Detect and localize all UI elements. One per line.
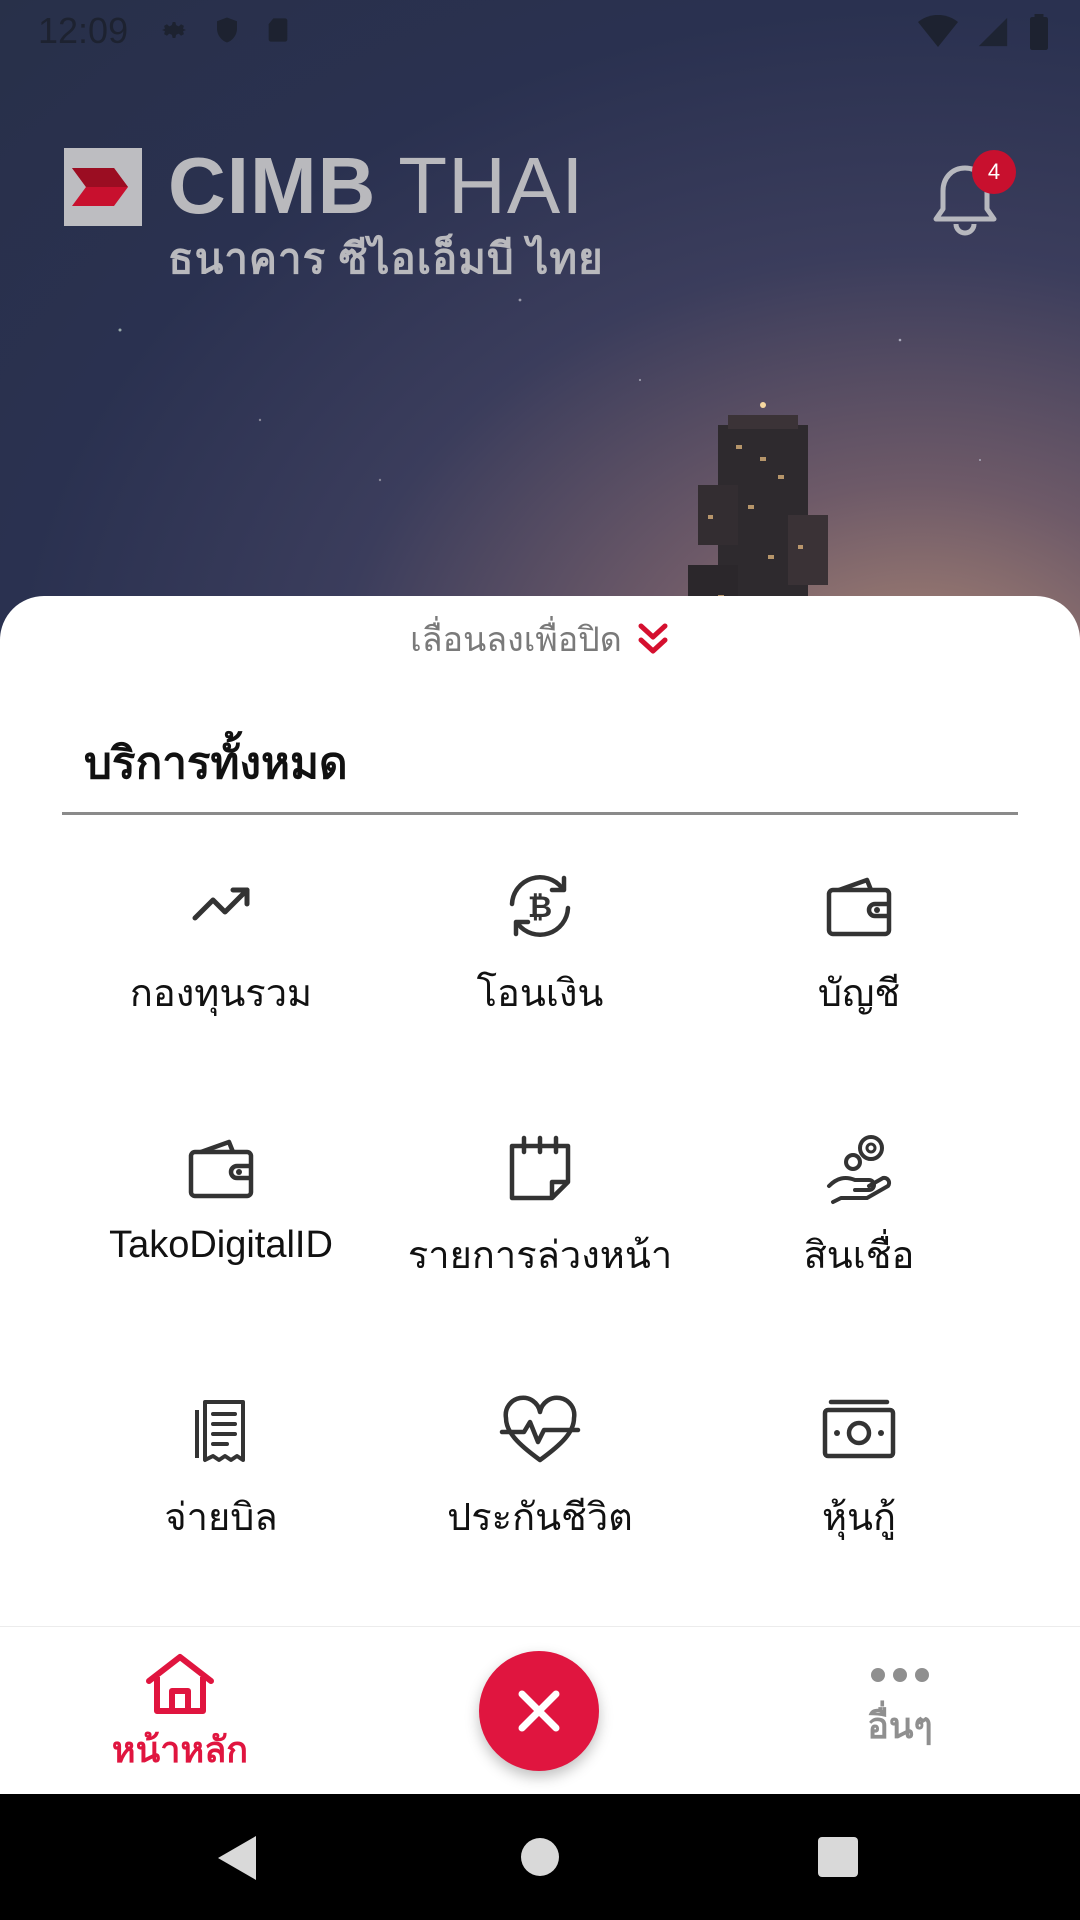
service-tile-bonds[interactable]: หุ้นกู้ bbox=[700, 1388, 1018, 1588]
services-sheet: เลื่อนลงเพื่อปิด บริการทั้งหมด กองทุนรวม… bbox=[0, 596, 1080, 1626]
service-tile-account[interactable]: บัญชี bbox=[700, 864, 1018, 1064]
section-title: บริการทั้งหมด bbox=[84, 739, 348, 788]
trending-up-icon bbox=[192, 887, 250, 921]
battery-icon bbox=[1030, 14, 1048, 50]
star-field bbox=[118, 298, 981, 482]
close-icon bbox=[518, 1690, 560, 1732]
banknote-icon bbox=[822, 1399, 896, 1459]
more-dots-icon bbox=[871, 1668, 929, 1682]
service-label: ประกันชีวิต bbox=[447, 1497, 633, 1539]
close-services-button[interactable] bbox=[479, 1651, 599, 1771]
nav-home[interactable]: หน้าหลัก bbox=[110, 1651, 250, 1778]
service-label: จ่ายบิล bbox=[164, 1497, 278, 1539]
bitcoin-exchange-icon: ₿ bbox=[509, 875, 571, 937]
hero-banner: 12:09 CIMB THAI ธนาคาร ซีไอเอ็มบี ไทย 4 bbox=[0, 0, 1080, 640]
calendar-note-icon bbox=[509, 1135, 571, 1201]
status-bar: 12:09 bbox=[0, 0, 1080, 64]
wifi-icon bbox=[918, 15, 958, 47]
service-label: กองทุนรวม bbox=[129, 973, 313, 1015]
nav-more[interactable]: อื่นๆ bbox=[830, 1667, 970, 1754]
settings-icon bbox=[162, 22, 186, 38]
back-icon[interactable] bbox=[214, 1834, 260, 1882]
home-icon bbox=[146, 1654, 214, 1714]
wallet-icon bbox=[188, 1139, 254, 1199]
sd-card-icon bbox=[268, 18, 288, 42]
service-label: หุ้นกู้ bbox=[821, 1497, 897, 1539]
service-label: สินเชื่อ bbox=[803, 1235, 915, 1277]
service-label: รายการล่วงหน้า bbox=[407, 1235, 673, 1277]
wallet-icon bbox=[826, 877, 892, 937]
heart-pulse-icon bbox=[499, 1395, 581, 1463]
swipe-down-to-close[interactable]: เลื่อนลงเพื่อปิด bbox=[0, 612, 1080, 666]
recents-icon[interactable] bbox=[817, 1836, 859, 1878]
service-tile-pay-bill[interactable]: จ่ายบิล bbox=[62, 1388, 380, 1588]
title-divider bbox=[62, 812, 1018, 815]
cimb-logo-mark bbox=[64, 148, 142, 226]
cellular-signal-icon bbox=[978, 17, 1008, 47]
dismiss-label: เลื่อนลงเพื่อปิด bbox=[410, 621, 622, 659]
service-label: โอนเงิน bbox=[476, 973, 604, 1015]
service-tile-transfer[interactable]: ₿ โอนเงิน bbox=[381, 864, 699, 1064]
service-label: TakoDigitalID bbox=[109, 1224, 333, 1266]
nav-more-label: อื่นๆ bbox=[867, 1705, 933, 1746]
status-time: 12:09 bbox=[38, 10, 129, 51]
service-label: บัญชี bbox=[817, 973, 901, 1015]
double-chevron-down-icon bbox=[638, 623, 668, 654]
nav-home-label: หน้าหลัก bbox=[111, 1729, 249, 1770]
hand-coin-icon bbox=[827, 1135, 892, 1204]
service-tile-loan[interactable]: สินเชื่อ bbox=[700, 1126, 1018, 1326]
service-tile-mutual-fund[interactable]: กองทุนรวม bbox=[62, 864, 380, 1064]
svg-text:₿: ₿ bbox=[528, 890, 552, 925]
service-tile-tako-digital-id[interactable]: TakoDigitalID bbox=[62, 1126, 380, 1326]
service-tile-scheduled[interactable]: รายการล่วงหน้า bbox=[381, 1126, 699, 1326]
home-circle-icon[interactable] bbox=[519, 1836, 561, 1878]
brand-subtitle: ธนาคาร ซีไอเอ็มบี ไทย bbox=[168, 235, 604, 282]
brand-name: CIMB THAI bbox=[168, 141, 585, 230]
shield-icon bbox=[217, 17, 237, 43]
receipt-icon bbox=[195, 1400, 245, 1462]
cimb-logo: CIMB THAI ธนาคาร ซีไอเอ็มบี ไทย bbox=[64, 141, 604, 292]
notification-badge: 4 bbox=[972, 150, 1016, 194]
system-navigation-bar bbox=[0, 1794, 1080, 1920]
bottom-navigation: หน้าหลัก อื่นๆ bbox=[0, 1626, 1080, 1795]
service-tile-life-insurance[interactable]: ประกันชีวิต bbox=[381, 1388, 699, 1588]
